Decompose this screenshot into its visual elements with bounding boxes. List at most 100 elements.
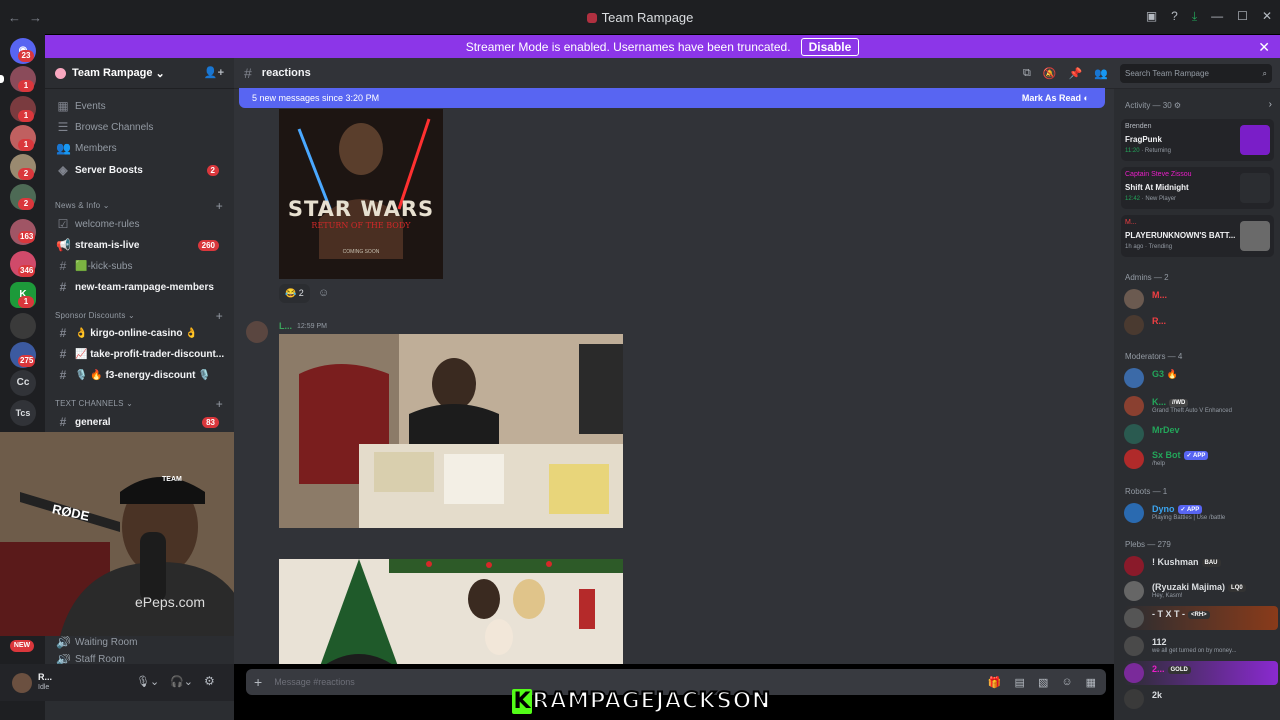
activity-meta: 1h ago · Trending bbox=[1125, 244, 1173, 250]
add-channel-icon[interactable]: + bbox=[216, 199, 223, 213]
sidebar-item-members[interactable]: 👥 Members bbox=[55, 138, 231, 158]
avatar bbox=[1124, 503, 1144, 523]
member-row[interactable]: M... bbox=[1124, 287, 1274, 311]
game-art-icon bbox=[1240, 221, 1270, 251]
member-row[interactable]: 2... GOLD bbox=[1124, 661, 1278, 685]
avatar[interactable] bbox=[246, 321, 268, 343]
category-sponsor-discounts[interactable]: Sponsor Discounts ⌄ + bbox=[55, 309, 223, 323]
plebs-header: Plebs — 279 bbox=[1125, 540, 1171, 549]
download-icon[interactable]: ⤓ bbox=[1192, 9, 1197, 24]
guild-icon-cc[interactable]: Cc bbox=[10, 370, 36, 396]
invite-icon[interactable]: 👤+ bbox=[204, 66, 224, 79]
channel-general[interactable]: # general 83 bbox=[55, 412, 231, 432]
add-channel-icon[interactable]: + bbox=[216, 309, 223, 323]
close-window-button[interactable]: ✕ bbox=[1262, 9, 1272, 24]
emoji-icon[interactable]: ☺ bbox=[1061, 676, 1072, 689]
member-tag: LQ0 bbox=[1228, 584, 1246, 592]
server-name: Team Rampage bbox=[72, 67, 153, 79]
close-banner-icon[interactable]: ✕ bbox=[1258, 39, 1270, 56]
laugh-emoji-icon: 😂 bbox=[285, 288, 297, 298]
disable-streamer-button[interactable]: Disable bbox=[800, 37, 860, 56]
search-input[interactable]: Search Team Rampage ⌕ bbox=[1120, 64, 1272, 83]
apps-icon[interactable]: ▦ bbox=[1086, 676, 1096, 689]
browse-icon: ☰ bbox=[57, 120, 69, 134]
channel-label: general bbox=[75, 416, 111, 428]
activity-card[interactable]: Captain Steve Zissou Shift At Midnight 1… bbox=[1121, 167, 1274, 209]
office-photo-image[interactable] bbox=[279, 334, 623, 528]
channel-kirgo-online-casino[interactable]: # 👌 kirgo-online-casino 👌 bbox=[55, 323, 231, 343]
maximize-button[interactable]: ☐ bbox=[1237, 9, 1248, 24]
channel-label: stream-is-live bbox=[75, 239, 140, 251]
microphone-icon[interactable]: 🎙⌄ bbox=[136, 675, 159, 688]
gif-icon[interactable]: ▤ bbox=[1015, 676, 1025, 689]
members-icon: 👥 bbox=[56, 141, 71, 155]
member-row[interactable]: MrDev bbox=[1124, 422, 1274, 446]
sidebar-item-server-boosts[interactable]: ◈ Server Boosts 2 bbox=[55, 160, 231, 180]
message-author[interactable]: L... bbox=[279, 321, 292, 331]
avatar[interactable] bbox=[12, 673, 32, 693]
member-activity: we all get turned on by money... bbox=[1152, 648, 1237, 654]
activity-user: Brenden bbox=[1125, 123, 1151, 130]
channel-take-profit-trader[interactable]: # 📈 take-profit-trader-discount... bbox=[55, 344, 231, 364]
server-header[interactable]: Team Rampage ⌄ 👤+ bbox=[45, 58, 234, 89]
channel-stream-is-live[interactable]: 📢 stream-is-live 260 bbox=[55, 235, 231, 255]
member-list-icon[interactable]: 👥 bbox=[1094, 67, 1108, 80]
help-icon[interactable]: ? bbox=[1171, 9, 1178, 24]
message-input[interactable]: Message #reactions bbox=[274, 677, 355, 687]
channel-f3-energy-discount[interactable]: # 🎙️ 🔥 f3-energy-discount 🎙️ bbox=[55, 365, 231, 385]
add-channel-icon[interactable]: + bbox=[216, 397, 223, 411]
threads-icon[interactable]: ⧉ bbox=[1023, 67, 1031, 80]
voice-channel-staff-room[interactable]: 🔊 Staff Room bbox=[55, 654, 231, 664]
holiday-photo-image[interactable] bbox=[279, 559, 623, 664]
member-row[interactable]: R... bbox=[1124, 313, 1274, 337]
reaction-laugh[interactable]: 😂 2 bbox=[279, 284, 310, 303]
sidebar-item-browse-channels[interactable]: ☰ Browse Channels bbox=[55, 117, 231, 137]
activity-card[interactable]: M... PLAYERUNKNOWN'S BATT... 1h ago · Tr… bbox=[1121, 215, 1274, 257]
chevron-right-icon[interactable]: › bbox=[1269, 99, 1272, 110]
pin-icon[interactable]: 📌 bbox=[1069, 67, 1083, 80]
member-row[interactable]: (Ryuzaki Majima) LQ0 Hey, Kasm! bbox=[1124, 579, 1274, 603]
guild-icon-tcs[interactable]: Tcs bbox=[10, 400, 36, 426]
channel-kick-subs[interactable]: # 🟩-kick-subs bbox=[55, 256, 231, 276]
channel-label: 🟩-kick-subs bbox=[75, 260, 133, 272]
activity-user-name: Brenden bbox=[1125, 123, 1152, 130]
add-reaction-icon[interactable]: ☺ bbox=[318, 287, 329, 299]
member-row[interactable]: G3 🔥 bbox=[1124, 366, 1274, 390]
gift-icon[interactable]: 🎁 bbox=[988, 676, 1002, 689]
headphones-icon[interactable]: 🎧⌄ bbox=[170, 675, 193, 688]
app-tag: ✓ APP bbox=[1183, 451, 1209, 460]
channel-label: 🎙️ 🔥 f3-energy-discount 🎙️ bbox=[75, 369, 211, 381]
star-wars-poster-image[interactable]: STAR WARS RETURN OF THE BODY COMING SOON bbox=[279, 109, 443, 279]
new-messages-bar[interactable]: 5 new messages since 3:20 PM Mark As Rea… bbox=[239, 88, 1105, 108]
member-row[interactable]: K...//WD Grand Theft Auto V Enhanced bbox=[1124, 394, 1274, 418]
sidebar-item-events[interactable]: ▦ Events bbox=[55, 96, 231, 116]
activity-card[interactable]: Brenden FragPunk 11:20 · Returning bbox=[1121, 119, 1274, 161]
member-name: MrDev bbox=[1152, 425, 1180, 435]
calendar-icon: ▦ bbox=[57, 99, 69, 113]
category-news-info[interactable]: News & Info ⌄ + bbox=[55, 199, 223, 213]
attach-plus-icon[interactable]: + bbox=[254, 674, 262, 690]
member-row[interactable]: Dyno ✓ APP Playing Battles | Use /battle bbox=[1124, 501, 1274, 525]
minimize-button[interactable]: — bbox=[1211, 9, 1223, 24]
inbox-icon[interactable]: ▣ bbox=[1146, 9, 1157, 24]
window-title-text: Team Rampage bbox=[601, 10, 694, 25]
app-tag: ✓ APP bbox=[1177, 505, 1203, 514]
member-row[interactable]: 112 we all get turned on by money... bbox=[1124, 634, 1274, 658]
member-row[interactable]: ! Kushman BAU bbox=[1124, 554, 1274, 578]
sticker-icon[interactable]: ▧ bbox=[1038, 676, 1048, 689]
member-row[interactable]: - T X T - <RH> bbox=[1124, 606, 1278, 630]
guild-icon[interactable] bbox=[10, 313, 36, 339]
mute-notifications-icon[interactable]: 🔕 bbox=[1043, 67, 1057, 80]
member-row[interactable]: Sx Bot ✓ APP/help bbox=[1124, 447, 1274, 471]
mark-as-read-button[interactable]: Mark As Read ◐ bbox=[1022, 93, 1089, 103]
member-row[interactable]: 2k bbox=[1124, 687, 1274, 711]
channel-new-team-rampage-members[interactable]: # new-team-rampage-members bbox=[55, 277, 231, 297]
settings-gear-icon[interactable]: ⚙ bbox=[204, 674, 215, 688]
member-activity: /help bbox=[1152, 461, 1166, 467]
channel-welcome-rules[interactable]: ☑ welcome-rules bbox=[55, 214, 231, 234]
message-list[interactable]: STAR WARS RETURN OF THE BODY COMING SOON… bbox=[234, 89, 1114, 664]
mention-count: 83 bbox=[202, 416, 219, 428]
hash-icon: # bbox=[59, 280, 67, 294]
category-text-channels[interactable]: TEXT CHANNELS ⌄ + bbox=[55, 397, 223, 411]
poster-footer: COMING SOON bbox=[342, 249, 380, 255]
